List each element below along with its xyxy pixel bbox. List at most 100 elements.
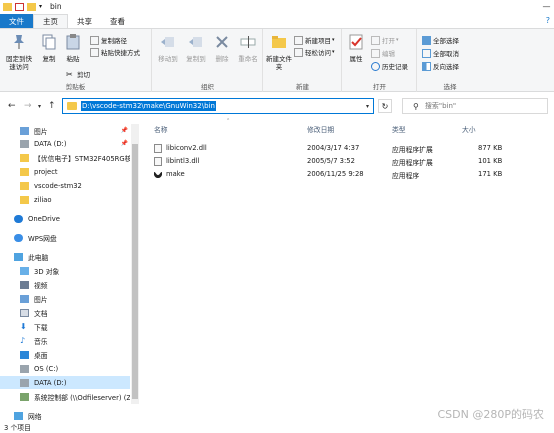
rename-button[interactable]: 重命名 [235, 33, 261, 63]
column-header-name[interactable]: 名称 [154, 124, 168, 136]
nav-item-project[interactable]: project [0, 165, 130, 178]
nav-item-network-drive-z[interactable]: 系统控制部 (\\Odfileserver) (Z [0, 390, 130, 403]
delete-label: 删除 [215, 55, 229, 63]
cut-button[interactable]: ✂ 剪切 [66, 69, 90, 80]
nav-item-stm32-folder[interactable]: 【优信电子】STM32F405RG核 [0, 151, 130, 164]
search-input[interactable]: ⚲ 搜索"bin" [402, 98, 548, 114]
tab-view[interactable]: 查看 [101, 14, 134, 28]
chevron-down-icon[interactable]: ▾ [39, 3, 42, 10]
new-folder-quick-icon[interactable] [27, 2, 36, 11]
nav-item-desktop[interactable]: 桌面 [0, 348, 130, 361]
sort-indicator-icon: ⌃ [226, 118, 231, 124]
nav-item-os-c[interactable]: OS (C:) [0, 362, 130, 375]
edit-button[interactable]: 编辑 [371, 48, 395, 58]
new-item-button[interactable]: 新建项目 ▾ [294, 35, 335, 45]
nav-item-label: WPS网盘 [28, 234, 57, 243]
nav-item-ziliao[interactable]: ziliao [0, 193, 130, 206]
properties-quick-icon[interactable] [15, 2, 24, 11]
file-size: 877 KB [478, 144, 503, 152]
nav-item-pictures[interactable]: 图片 [0, 292, 130, 305]
address-path[interactable]: D:\vscode-stm32\make\GnuWin32\bin [81, 101, 216, 111]
chevron-down-icon[interactable]: ▾ [366, 103, 369, 110]
nav-item-label: DATA (D:) [34, 139, 67, 148]
copy-button[interactable]: 复制 [38, 33, 60, 63]
nav-item-videos[interactable]: 视频 [0, 278, 130, 291]
nav-item-vscode-stm32[interactable]: vscode-stm32 [0, 179, 130, 192]
nav-item-wps-cloud[interactable]: WPS网盘 [0, 231, 130, 244]
file-date: 2004/3/17 4:37 [307, 144, 360, 152]
pin-icon: 📌 [120, 127, 128, 134]
paste-shortcut-label: 粘贴快捷方式 [101, 49, 140, 57]
column-header-date[interactable]: 修改日期 [307, 124, 334, 136]
window-title: bin [50, 2, 62, 11]
file-row[interactable]: libiconv2.dll 2004/3/17 4:37 应用程序扩展 877 … [150, 142, 510, 155]
address-bar[interactable]: D:\vscode-stm32\make\GnuWin32\bin ▾ [62, 98, 374, 114]
desktop-icon [20, 350, 29, 359]
back-icon[interactable]: ← [8, 101, 16, 111]
navigation-scrollbar[interactable] [131, 124, 139, 404]
select-group: 全部选择 全部取消 反向选择 选择 [418, 29, 482, 92]
file-type: 应用程序 [392, 172, 420, 180]
history-button[interactable]: 历史记录 [371, 61, 408, 71]
nav-item-label: 文档 [34, 309, 48, 318]
move-to-button[interactable]: 移动到 [155, 33, 181, 63]
invert-selection-button[interactable]: 反向选择 [422, 61, 459, 71]
navigation-pane: 图片 📌 DATA (D:) 📌 【优信电子】STM32F405RG核 proj… [0, 120, 140, 420]
scrollbar-thumb[interactable] [132, 144, 138, 399]
rename-label: 重命名 [238, 55, 258, 63]
nav-item-3d-objects[interactable]: 3D 对象 [0, 264, 130, 277]
tab-home[interactable]: 主页 [33, 14, 68, 28]
select-all-button[interactable]: 全部选择 [422, 35, 459, 45]
help-icon[interactable]: ? [546, 16, 550, 25]
nav-item-this-pc[interactable]: 此电脑 [0, 250, 130, 263]
nav-item-data-d[interactable]: DATA (D:) [0, 376, 130, 389]
edit-icon [371, 48, 380, 58]
nav-item-label: 下载 [34, 323, 48, 332]
easy-access-button[interactable]: 轻松访问 ▾ [294, 47, 335, 57]
copy-to-button[interactable]: 复制到 [183, 33, 209, 63]
new-folder-icon [272, 36, 286, 48]
select-none-button[interactable]: 全部取消 [422, 48, 459, 58]
file-type: 应用程序扩展 [392, 159, 433, 167]
minimize-icon[interactable]: — [539, 0, 554, 13]
3d-objects-icon [20, 266, 29, 275]
open-button[interactable]: 打开 ▾ [371, 35, 399, 45]
new-folder-button[interactable]: 新建文件夹 [266, 33, 292, 71]
delete-button[interactable]: 删除 [211, 33, 233, 63]
easy-access-label: 轻松访问 [305, 49, 331, 57]
history-label: 历史记录 [382, 63, 408, 71]
nav-item-pictures-quick[interactable]: 图片 📌 [0, 124, 130, 137]
nav-item-documents[interactable]: 文档 [0, 306, 130, 319]
file-row[interactable]: libintl3.dll 2005/5/7 3:52 应用程序扩展 101 KB [150, 155, 510, 168]
nav-item-onedrive[interactable]: OneDrive [0, 212, 130, 225]
column-header-size[interactable]: 大小 [462, 124, 476, 136]
properties-button[interactable]: 属性 [345, 33, 367, 63]
tab-file[interactable]: 文件 [0, 14, 33, 28]
nav-item-music[interactable]: ♪ 音乐 [0, 334, 130, 347]
invert-selection-label: 反向选择 [433, 63, 459, 71]
search-icon: ⚲ [413, 101, 419, 111]
copy-path-icon [90, 35, 99, 45]
downloads-icon: ⬇ [20, 321, 27, 331]
pin-quick-access-button[interactable]: 固定到快速访问 [4, 33, 34, 71]
select-none-label: 全部取消 [433, 50, 459, 58]
folder-icon [67, 102, 77, 110]
paste-button[interactable]: 粘贴 [62, 33, 84, 63]
nav-item-downloads[interactable]: ⬇ 下载 [0, 320, 130, 333]
forward-icon[interactable]: → [24, 101, 32, 111]
invert-selection-icon [422, 61, 431, 71]
copy-path-button[interactable]: 复制路径 [90, 35, 127, 45]
refresh-button[interactable]: ↻ [378, 99, 392, 113]
videos-icon [20, 280, 29, 289]
up-icon[interactable]: ↑ [48, 101, 56, 111]
nav-item-data-d-quick[interactable]: DATA (D:) 📌 [0, 137, 130, 150]
paste-shortcut-button[interactable]: 粘贴快捷方式 [90, 47, 140, 57]
nav-item-network[interactable]: 网络 [0, 409, 130, 420]
folder-icon [3, 2, 12, 11]
file-row[interactable]: make 2006/11/25 9:28 应用程序 171 KB [150, 168, 510, 181]
chevron-down-icon: ▾ [396, 37, 399, 43]
move-to-label: 移动到 [158, 55, 178, 63]
tab-share[interactable]: 共享 [68, 14, 101, 28]
recent-locations-icon[interactable]: ▾ [38, 103, 41, 110]
column-header-type[interactable]: 类型 [392, 124, 406, 136]
